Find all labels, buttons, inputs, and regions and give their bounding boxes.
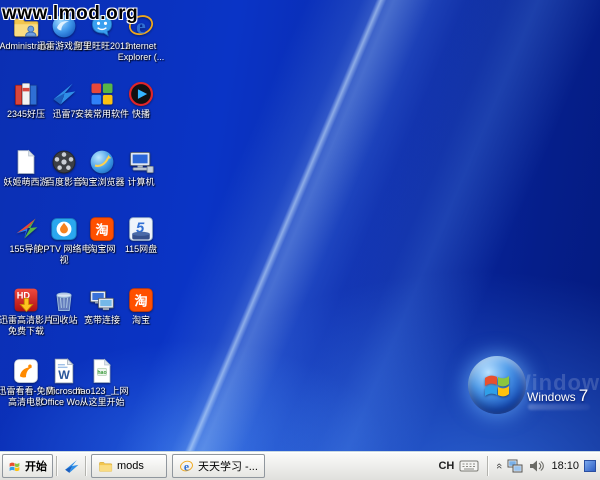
disk-115-icon: 5 [127, 215, 155, 243]
taskbar-divider [85, 456, 86, 476]
task-button-label: 天天学习 -... [198, 458, 258, 474]
computer-icon [127, 148, 155, 176]
task-button-tiantian-xuexi[interactable]: e 天天学习 -... [172, 454, 265, 478]
svg-text:e: e [184, 460, 189, 473]
desktop-icon-grid: Administrator迅雷游戏盒子阿里旺旺2012eInternetExpl… [0, 0, 600, 480]
desktop-icon-115-wangpan[interactable]: 5115网盘 [103, 215, 179, 255]
taskbar: 开始 mods e 天天学习 -... CH « [0, 451, 600, 480]
folder-icon [98, 459, 113, 474]
tray-divider [487, 456, 488, 476]
volume-icon[interactable] [528, 459, 544, 473]
task-button-area: mods e 天天学习 -... [91, 454, 265, 478]
start-button[interactable]: 开始 [2, 454, 53, 478]
start-button-label: 开始 [25, 458, 47, 474]
ime-keyboard-icon[interactable] [459, 459, 479, 473]
xunlei-bird-icon [63, 458, 80, 475]
tray-blue-app-icon[interactable] [584, 460, 596, 472]
desktop-icon-label: hao123_上网从这里开始 [64, 386, 140, 408]
desktop-icon-label: 淘宝 [103, 315, 179, 326]
task-button-label: mods [117, 460, 144, 472]
task-button-mods[interactable]: mods [91, 454, 167, 478]
svg-text:hao: hao [97, 370, 106, 376]
language-indicator[interactable]: CH [438, 460, 454, 472]
start-flag-icon [8, 460, 21, 473]
desktop-icon-computer[interactable]: 计算机 [103, 148, 179, 188]
desktop-icon-label: 115网盘 [103, 244, 179, 255]
ie-icon: e [179, 459, 194, 474]
taskbar-divider [56, 456, 57, 476]
qvod-icon [127, 80, 155, 108]
desktop-icon-taobao[interactable]: 淘淘宝 [103, 286, 179, 326]
hidden-icons-chevron[interactable]: « [494, 463, 504, 469]
quick-launch-xunlei[interactable] [60, 455, 82, 477]
desktop-icon-hao123[interactable]: hao hao123_上网从这里开始 [64, 357, 140, 408]
hao123-file-icon: hao [88, 357, 116, 385]
watermark-text: www.lmod.org [2, 3, 138, 25]
svg-text:淘: 淘 [134, 292, 147, 308]
clock[interactable]: 18:10 [551, 460, 579, 472]
quick-launch-area [60, 455, 82, 477]
desktop-icon-label: 快播 [103, 109, 179, 120]
desktop-icon-kuaibo[interactable]: 快播 [103, 80, 179, 120]
network-icon[interactable] [507, 459, 523, 473]
desktop-icon-label: InternetExplorer (... [103, 41, 179, 63]
system-tray: CH « [438, 452, 598, 480]
desktop-icon-label: 计算机 [103, 177, 179, 188]
tao-square-icon: 淘 [127, 286, 155, 314]
desktop-screen: www.lmod.org Administrator迅雷游戏盒子阿里旺旺2012… [0, 0, 600, 480]
